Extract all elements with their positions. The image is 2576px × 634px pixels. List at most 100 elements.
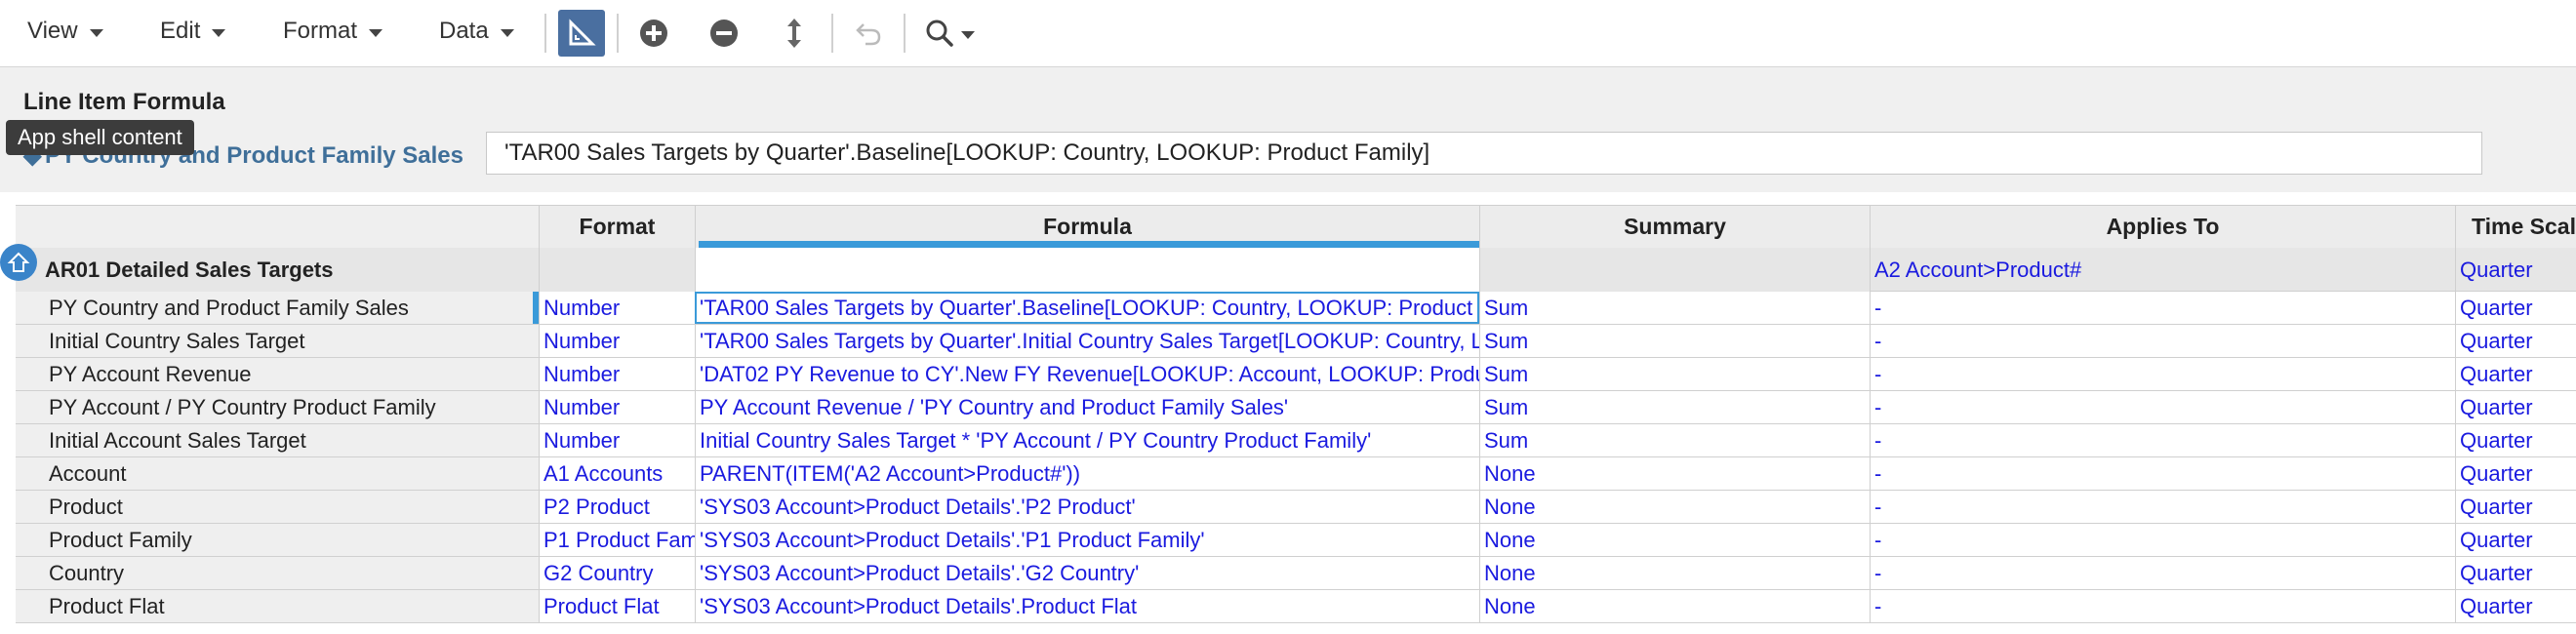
header-corner <box>16 206 539 249</box>
summary-cell[interactable]: Sum <box>1479 325 1870 357</box>
applies-to-cell[interactable]: - <box>1870 358 2455 390</box>
ruler-button[interactable] <box>558 10 605 57</box>
time-scale-cell[interactable]: Quarter <box>2455 457 2576 490</box>
view-menu[interactable]: View <box>27 18 103 45</box>
header-summary[interactable]: Summary <box>1479 206 1870 249</box>
remove-icon <box>710 20 738 47</box>
line-item-name: Initial Country Sales Target <box>16 325 539 357</box>
formula-input[interactable]: 'TAR00 Sales Targets by Quarter'.Baselin… <box>486 132 2482 175</box>
chevron-down-icon <box>89 28 103 37</box>
edit-menu[interactable]: Edit <box>160 18 226 45</box>
time-scale-cell[interactable]: Quarter <box>2455 557 2576 589</box>
summary-cell[interactable]: None <box>1479 557 1870 589</box>
applies-to-cell[interactable]: - <box>1870 524 2455 556</box>
table-row[interactable]: Initial Account Sales Target Number Init… <box>16 424 2576 457</box>
module-time-scale[interactable]: Quarter <box>2455 248 2576 292</box>
table-row[interactable]: Country G2 Country 'SYS03 Account>Produc… <box>16 557 2576 590</box>
applies-to-cell[interactable]: - <box>1870 325 2455 357</box>
formula-cell[interactable]: 'SYS03 Account>Product Details'.'P2 Prod… <box>695 491 1479 523</box>
summary-cell[interactable]: Sum <box>1479 424 1870 456</box>
summary-cell[interactable]: None <box>1479 457 1870 490</box>
remove-button[interactable] <box>701 10 747 57</box>
applies-to-cell[interactable]: - <box>1870 292 2455 324</box>
line-item-name: Product Flat <box>16 590 539 622</box>
add-button[interactable] <box>630 10 677 57</box>
chevron-down-icon <box>961 30 975 39</box>
table-row[interactable]: Account A1 Accounts PARENT(ITEM('A2 Acco… <box>16 457 2576 491</box>
table-row[interactable]: Product Flat Product Flat 'SYS03 Account… <box>16 590 2576 623</box>
time-scale-cell[interactable]: Quarter <box>2455 590 2576 622</box>
applies-to-cell[interactable]: - <box>1870 491 2455 523</box>
home-button[interactable] <box>0 244 37 281</box>
formula-cell[interactable]: PARENT(ITEM('A2 Account>Product#')) <box>695 457 1479 490</box>
module-name: AR01 Detailed Sales Targets <box>16 248 539 292</box>
table-row[interactable]: Product P2 Product 'SYS03 Account>Produc… <box>16 491 2576 524</box>
header-applies-to[interactable]: Applies To <box>1870 206 2455 249</box>
undo-button[interactable] <box>845 10 892 57</box>
format-cell[interactable]: Number <box>539 325 695 357</box>
toolbar-divider <box>904 14 906 53</box>
add-icon <box>640 20 667 47</box>
toolbar-divider <box>544 14 546 53</box>
formula-cell[interactable]: 'SYS03 Account>Product Details'.Product … <box>695 590 1479 622</box>
formula-cell[interactable]: Initial Country Sales Target * 'PY Accou… <box>695 424 1479 456</box>
format-cell[interactable]: Number <box>539 358 695 390</box>
format-cell[interactable]: Number <box>539 391 695 423</box>
table-row[interactable]: Product Family P1 Product Family 'SYS03 … <box>16 524 2576 557</box>
format-cell[interactable]: Number <box>539 424 695 456</box>
summary-cell[interactable]: Sum <box>1479 391 1870 423</box>
line-item-name: PY Account / PY Country Product Family <box>16 391 539 423</box>
header-format[interactable]: Format <box>539 206 695 249</box>
module-applies-to[interactable]: A2 Account>Product# <box>1870 248 2455 292</box>
formula-cell[interactable]: 'TAR00 Sales Targets by Quarter'.Baselin… <box>695 292 1479 324</box>
applies-to-cell[interactable]: - <box>1870 590 2455 622</box>
table-row[interactable]: Initial Country Sales Target Number 'TAR… <box>16 325 2576 358</box>
chevron-down-icon <box>212 28 226 37</box>
applies-to-cell[interactable]: - <box>1870 424 2455 456</box>
summary-cell[interactable]: None <box>1479 590 1870 622</box>
header-time-scale[interactable]: Time Scal <box>2455 206 2576 249</box>
format-cell[interactable]: P2 Product <box>539 491 695 523</box>
time-scale-cell[interactable]: Quarter <box>2455 491 2576 523</box>
format-cell[interactable]: G2 Country <box>539 557 695 589</box>
time-scale-cell[interactable]: Quarter <box>2455 358 2576 390</box>
formula-cell[interactable]: 'SYS03 Account>Product Details'.'G2 Coun… <box>695 557 1479 589</box>
applies-to-cell[interactable]: - <box>1870 557 2455 589</box>
search-button[interactable] <box>917 10 982 57</box>
toolbar-divider <box>617 14 619 53</box>
table-row[interactable]: PY Account / PY Country Product Family N… <box>16 391 2576 424</box>
time-scale-cell[interactable]: Quarter <box>2455 325 2576 357</box>
formula-cell[interactable]: 'DAT02 PY Revenue to CY'.New FY Revenue[… <box>695 358 1479 390</box>
module-summary-cell <box>1479 248 1870 292</box>
format-cell[interactable]: P1 Product Family <box>539 524 695 556</box>
applies-to-cell[interactable]: - <box>1870 391 2455 423</box>
summary-cell[interactable]: None <box>1479 524 1870 556</box>
format-cell[interactable]: Number <box>539 292 695 324</box>
applies-to-cell[interactable]: - <box>1870 457 2455 490</box>
table-row[interactable]: PY Country and Product Family Sales Numb… <box>16 292 2576 325</box>
format-cell[interactable]: Product Flat <box>539 590 695 622</box>
line-item-name: Country <box>16 557 539 589</box>
toolbar-divider <box>831 14 833 53</box>
module-formula-cell <box>695 248 1479 292</box>
format-cell[interactable]: A1 Accounts <box>539 457 695 490</box>
time-scale-cell[interactable]: Quarter <box>2455 524 2576 556</box>
edit-menu-label: Edit <box>160 18 201 44</box>
module-row[interactable]: AR01 Detailed Sales Targets A2 Account>P… <box>16 248 2576 292</box>
formula-cell[interactable]: 'TAR00 Sales Targets by Quarter'.Initial… <box>695 325 1479 357</box>
time-scale-cell[interactable]: Quarter <box>2455 292 2576 324</box>
data-menu[interactable]: Data <box>439 18 514 45</box>
time-scale-cell[interactable]: Quarter <box>2455 391 2576 423</box>
formula-cell[interactable]: PY Account Revenue / 'PY Country and Pro… <box>695 391 1479 423</box>
formula-cell[interactable]: 'SYS03 Account>Product Details'.'P1 Prod… <box>695 524 1479 556</box>
table-row[interactable]: PY Account Revenue Number 'DAT02 PY Reve… <box>16 358 2576 391</box>
resize-button[interactable] <box>771 10 818 57</box>
summary-cell[interactable]: Sum <box>1479 358 1870 390</box>
summary-cell[interactable]: None <box>1479 491 1870 523</box>
module-format-cell <box>539 248 695 292</box>
data-menu-label: Data <box>439 18 489 44</box>
format-menu[interactable]: Format <box>283 18 383 45</box>
format-menu-label: Format <box>283 18 358 44</box>
summary-cell[interactable]: Sum <box>1479 292 1870 324</box>
time-scale-cell[interactable]: Quarter <box>2455 424 2576 456</box>
